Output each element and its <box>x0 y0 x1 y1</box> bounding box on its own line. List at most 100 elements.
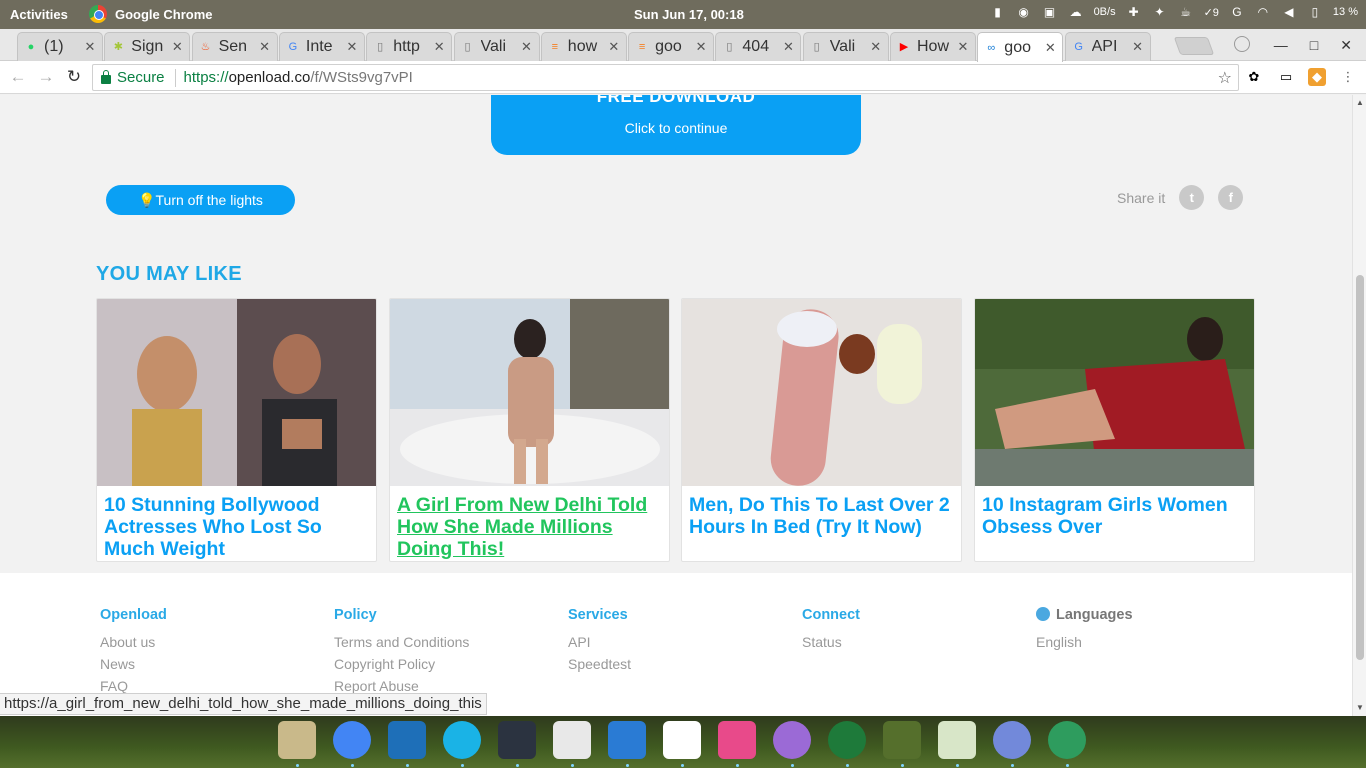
scissors-icon[interactable] <box>883 721 921 759</box>
close-tab-icon[interactable]: ✕ <box>870 39 882 55</box>
recommendation-card[interactable]: Men, Do This To Last Over 2 Hours In Bed… <box>681 298 962 562</box>
discord-icon[interactable] <box>993 721 1031 759</box>
footer-link[interactable]: News <box>100 656 167 672</box>
recommendation-card[interactable]: A Girl From New Delhi Told How She Made … <box>389 298 670 562</box>
close-tab-icon[interactable]: ✕ <box>695 39 707 55</box>
typora-icon[interactable] <box>663 721 701 759</box>
card-title[interactable]: 10 Instagram Girls Women Obsess Over <box>982 494 1248 538</box>
tab[interactable]: ▯ 404 ✕ <box>715 32 802 61</box>
files-icon[interactable] <box>278 721 316 759</box>
forward-icon[interactable]: → <box>36 67 56 87</box>
mail-icon[interactable] <box>443 721 481 759</box>
close-tab-icon[interactable]: ✕ <box>346 39 358 55</box>
extension-cast-icon[interactable]: ▭ <box>1277 68 1295 86</box>
footer-link[interactable]: API <box>568 634 631 650</box>
footer-link[interactable]: Copyright Policy <box>334 656 469 672</box>
notes-icon[interactable] <box>388 721 426 759</box>
close-tab-icon[interactable]: ✕ <box>259 39 271 55</box>
lightbulb-icon: 💡 <box>138 192 156 208</box>
system-tray[interactable]: ▮ ◉ ▣ ☁ 0B/s ✚ ✦ ☕ ✓9 G ◠ ◀ ▯ 13 % <box>990 4 1358 20</box>
close-tab-icon[interactable]: ✕ <box>608 39 620 55</box>
close-tab-icon[interactable]: ✕ <box>433 39 445 55</box>
footer-col-connect: Connect Status <box>802 607 860 656</box>
card-title[interactable]: A Girl From New Delhi Told How She Made … <box>397 494 663 560</box>
extension-shield-icon[interactable]: ◆ <box>1308 68 1326 86</box>
calendar-icon[interactable] <box>553 721 591 759</box>
wifi-icon[interactable]: ◠ <box>1255 4 1271 20</box>
extension-paw-icon[interactable]: ✿ <box>1245 68 1263 86</box>
close-tab-icon[interactable]: ✕ <box>782 39 794 55</box>
back-icon[interactable]: ← <box>8 67 28 87</box>
atom-icon[interactable] <box>1048 721 1086 759</box>
puzzle-tray-icon[interactable]: ✦ <box>1152 4 1168 20</box>
close-tab-icon[interactable]: ✕ <box>521 39 533 55</box>
battery-indicator-icon[interactable]: ▮ <box>990 4 1006 20</box>
grammarly-tray-icon[interactable]: G <box>1229 4 1245 20</box>
close-window-icon[interactable]: ✕ <box>1340 37 1352 54</box>
card-title[interactable]: 10 Stunning Bollywood Actresses Who Lost… <box>104 494 370 560</box>
tab[interactable]: ▯ http ✕ <box>366 32 453 61</box>
footer-link[interactable]: FAQ <box>100 678 167 694</box>
tab[interactable]: ∞ goo ✕ <box>977 32 1064 62</box>
footer-link[interactable]: Report Abuse <box>334 678 469 694</box>
tab[interactable]: ≡ how ✕ <box>540 32 627 61</box>
secure-indicator[interactable]: Secure <box>101 69 165 86</box>
clock[interactable]: Sun Jun 17, 00:18 <box>634 7 744 22</box>
close-tab-icon[interactable]: ✕ <box>1132 39 1144 55</box>
chrome-icon[interactable] <box>333 721 371 759</box>
radar-icon[interactable] <box>828 721 866 759</box>
lines-icon[interactable] <box>773 721 811 759</box>
turn-off-lights-button[interactable]: 💡Turn off the lights <box>106 185 295 215</box>
minimize-icon[interactable]: — <box>1274 37 1288 54</box>
gem-icon[interactable] <box>718 721 756 759</box>
scroll-up-icon[interactable]: ▲ <box>1356 98 1364 107</box>
scrollbar-thumb[interactable] <box>1356 275 1364 660</box>
tab[interactable]: ▶ How ✕ <box>890 32 976 61</box>
tab[interactable]: ✱ Sign ✕ <box>104 32 191 61</box>
footer-link[interactable]: English <box>1036 634 1133 650</box>
terminal-icon[interactable] <box>498 721 536 759</box>
image-tray-icon[interactable]: ▣ <box>1042 4 1058 20</box>
weather-tray-icon[interactable]: ☁ <box>1068 4 1084 20</box>
card-title[interactable]: Men, Do This To Last Over 2 Hours In Bed… <box>689 494 955 538</box>
twitter-icon[interactable]: t <box>1179 185 1205 210</box>
bookmark-star-icon[interactable]: ☆ <box>1218 68 1232 88</box>
close-tab-icon[interactable]: ✕ <box>1044 40 1056 56</box>
close-tab-icon[interactable]: ✕ <box>171 39 183 55</box>
app-menu[interactable]: Google Chrome <box>89 5 213 23</box>
tab[interactable]: ▯ Vali ✕ <box>453 32 540 61</box>
battery-icon[interactable]: ▯ <box>1307 4 1323 20</box>
trash-icon[interactable] <box>938 721 976 759</box>
pin-tray-icon[interactable]: ✚ <box>1126 4 1142 20</box>
tab[interactable]: ♨ Sen ✕ <box>191 32 278 61</box>
scroll-down-icon[interactable]: ▼ <box>1356 703 1364 712</box>
coffee-tray-icon[interactable]: ☕ <box>1178 4 1194 20</box>
activities-button[interactable]: Activities <box>10 7 68 22</box>
footer-link[interactable]: Speedtest <box>568 656 631 672</box>
menu-icon[interactable]: ⋮ <box>1339 68 1357 86</box>
facebook-icon[interactable]: f <box>1218 185 1244 210</box>
free-download-button[interactable]: FREE DOWNLOAD Click to continue <box>491 95 861 155</box>
new-tab-button[interactable] <box>1173 37 1215 55</box>
tab[interactable]: ● (1) ✕ <box>17 32 103 61</box>
address-bar[interactable]: Secure https://openload.co/f/WSts9vg7vPI… <box>92 64 1239 91</box>
tab[interactable]: G API ✕ <box>1064 32 1151 61</box>
footer-link[interactable]: Terms and Conditions <box>334 634 469 650</box>
footer-link[interactable]: Status <box>802 634 860 650</box>
volume-icon[interactable]: ◀ <box>1281 4 1297 20</box>
close-tab-icon[interactable]: ✕ <box>84 39 96 55</box>
recommendation-card[interactable]: 10 Instagram Girls Women Obsess Over <box>974 298 1255 562</box>
profile-icon[interactable] <box>1234 36 1250 52</box>
page-scrollbar[interactable]: ▲ ▼ <box>1352 95 1366 716</box>
screen-icon[interactable] <box>608 721 646 759</box>
tab[interactable]: G Inte ✕ <box>278 32 365 61</box>
recommendation-card[interactable]: 10 Stunning Bollywood Actresses Who Lost… <box>96 298 377 562</box>
notifications-count[interactable]: ✓9 <box>1204 6 1219 19</box>
footer-link[interactable]: About us <box>100 634 167 650</box>
discord-tray-icon[interactable]: ◉ <box>1016 4 1032 20</box>
tab[interactable]: ≡ goo ✕ <box>628 32 715 61</box>
close-tab-icon[interactable]: ✕ <box>957 39 969 55</box>
tab[interactable]: ▯ Vali ✕ <box>802 32 889 61</box>
reload-icon[interactable]: ↻ <box>64 67 84 87</box>
maximize-icon[interactable]: □ <box>1310 37 1318 54</box>
